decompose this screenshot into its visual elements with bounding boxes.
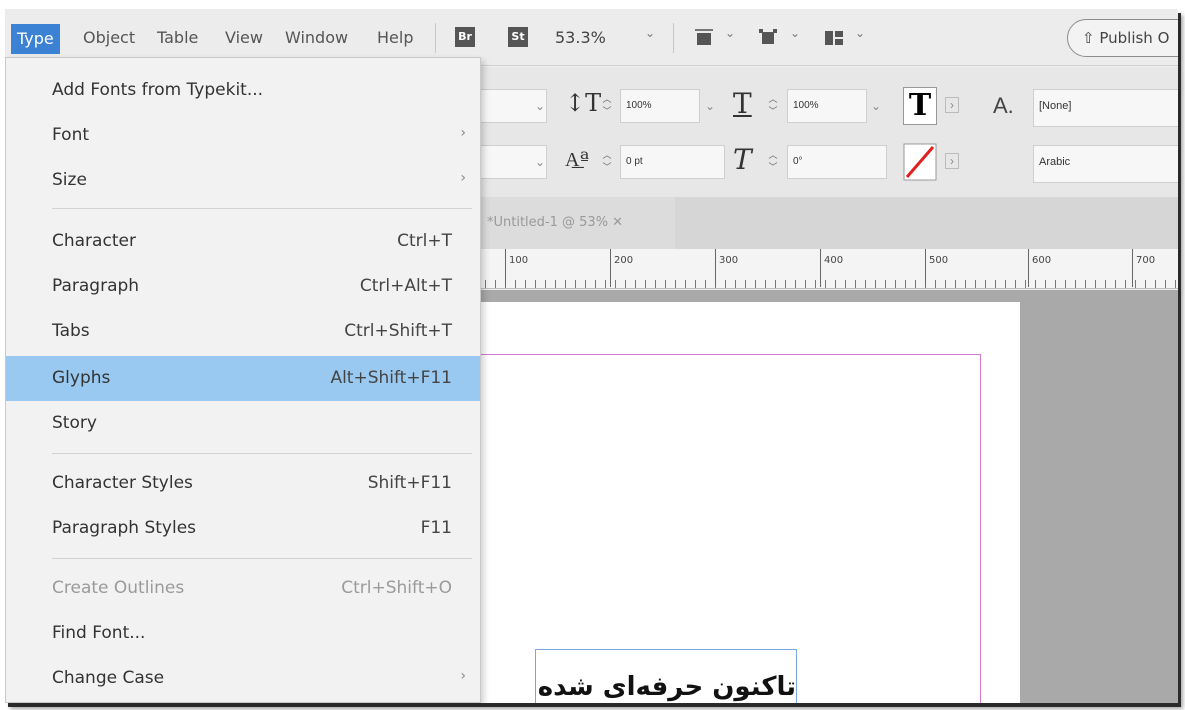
shortcut-text: Ctrl+Shift+O — [341, 578, 452, 598]
skew-input[interactable]: 0° — [787, 145, 887, 179]
menu-separator — [52, 208, 472, 209]
menu-item-character[interactable]: Character Ctrl+T — [6, 221, 480, 263]
menu-view[interactable]: View — [225, 26, 263, 50]
submenu-arrow-icon: › — [460, 170, 466, 186]
shortcut-text: Ctrl+Alt+T — [359, 276, 452, 296]
share-icon: ⇧ — [1082, 29, 1100, 47]
baseline-shift-icon: A͟ª — [565, 147, 589, 171]
ruler-label: 700 — [1136, 255, 1156, 266]
ruler-label: 400 — [824, 255, 844, 266]
vertical-scale-input[interactable]: 100% — [620, 89, 700, 123]
horizontal-scale-chevron-icon[interactable]: ⌄ — [871, 99, 881, 113]
arrange-documents-icon[interactable] — [823, 27, 845, 49]
fill-chevron-icon[interactable]: › — [945, 97, 959, 113]
pasteboard[interactable]: تاکنون حرفه‌ای شده — [475, 290, 1178, 703]
shortcut-text: Ctrl+T — [397, 231, 452, 251]
horizontal-scale-input[interactable]: 100% — [787, 89, 867, 123]
ruler-ticks — [475, 280, 1178, 288]
menu-separator — [52, 558, 472, 559]
shortcut-text: F11 — [420, 518, 452, 538]
frame-text[interactable]: تاکنون حرفه‌ای شده — [538, 672, 796, 702]
ruler-major-tick — [820, 249, 821, 287]
document-page[interactable]: تاکنون حرفه‌ای شده — [475, 302, 1020, 703]
zoom-chevron-down-icon[interactable]: ⌄ — [645, 26, 655, 40]
menu-table[interactable]: Table — [157, 26, 198, 50]
leading-chevron-icon[interactable]: ⌄ — [535, 155, 545, 169]
ruler-label: 300 — [719, 255, 739, 266]
horizontal-scale-spinner[interactable]: ︿ ﹀ — [763, 89, 783, 123]
ruler-major-tick — [505, 249, 506, 287]
ruler-label: 500 — [929, 255, 949, 266]
ruler-major-tick — [1132, 249, 1133, 287]
ruler-major-tick — [715, 249, 716, 287]
menu-help[interactable]: Help — [377, 26, 413, 50]
type-dropdown-menu: Add Fonts from Typekit... Font › Size › … — [5, 57, 481, 703]
menu-item-character-styles[interactable]: Character Styles Shift+F11 — [6, 463, 480, 505]
document-tab[interactable]: *Untitled-1 @ 53% ✕ — [475, 197, 675, 249]
vertical-scale-chevron-icon[interactable]: ⌄ — [705, 99, 715, 113]
character-style-icon: A. — [993, 93, 1014, 118]
language-select[interactable]: Arabic — [1033, 145, 1178, 183]
horizontal-ruler[interactable]: 100 200 300 400 500 600 700 — [475, 249, 1178, 289]
menu-item-change-case[interactable]: Change Case › — [6, 658, 480, 700]
arrange-chevron-icon[interactable]: ⌄ — [855, 26, 865, 40]
menu-item-font[interactable]: Font › — [6, 115, 480, 157]
publish-online-button[interactable]: ⇧ Publish O — [1067, 19, 1178, 57]
menu-item-paragraph-styles[interactable]: Paragraph Styles F11 — [6, 508, 480, 550]
menu-item-create-outlines: Create Outlines Ctrl+Shift+O — [52, 578, 452, 598]
menu-item-add-fonts-typekit[interactable]: Add Fonts from Typekit... — [6, 70, 480, 112]
fill-text-icon[interactable]: T — [903, 87, 937, 125]
font-style-chevron-icon[interactable]: ⌄ — [535, 99, 545, 113]
stroke-none-icon[interactable] — [903, 143, 937, 181]
submenu-arrow-icon: › — [460, 668, 466, 684]
menu-window[interactable]: Window — [285, 26, 348, 50]
menu-item-size[interactable]: Size › — [6, 160, 480, 202]
shortcut-text: Alt+Shift+F11 — [330, 368, 452, 388]
menu-item-glyphs[interactable]: Glyphs Alt+Shift+F11 — [6, 356, 480, 401]
stock-badge[interactable]: St — [508, 27, 528, 47]
ruler-label: 600 — [1032, 255, 1052, 266]
screen-mode-icon[interactable] — [757, 27, 779, 49]
bridge-badge[interactable]: Br — [455, 27, 475, 47]
menu-object[interactable]: Object — [83, 26, 135, 50]
ruler-major-tick — [1028, 249, 1029, 287]
shortcut-text: Shift+F11 — [367, 473, 452, 493]
menu-separator — [673, 23, 674, 53]
ruler-major-tick — [925, 249, 926, 287]
ruler-label: 100 — [509, 255, 529, 266]
ruler-major-tick — [610, 249, 611, 287]
view-options-icon[interactable] — [693, 27, 715, 49]
menu-item-story[interactable]: Story — [6, 403, 480, 445]
character-style-select[interactable]: [None] — [1033, 89, 1178, 127]
skew-icon: T — [733, 143, 752, 176]
view-options-chevron-icon[interactable]: ⌄ — [725, 26, 735, 40]
vertical-scale-spinner[interactable]: ︿ ﹀ — [597, 89, 617, 123]
menu-item-paragraph[interactable]: Paragraph Ctrl+Alt+T — [6, 266, 480, 308]
indesign-window: Type Object Table View Window Help Br St… — [5, 9, 1178, 703]
text-frame[interactable]: تاکنون حرفه‌ای شده — [535, 649, 797, 703]
menu-separator — [435, 23, 436, 53]
baseline-shift-spinner[interactable]: ︿ ﹀ — [597, 145, 617, 179]
menu-type[interactable]: Type — [11, 24, 60, 54]
stroke-chevron-icon[interactable]: › — [945, 153, 959, 169]
screen-mode-chevron-icon[interactable]: ⌄ — [790, 26, 800, 40]
publish-label: Publish O — [1099, 29, 1170, 47]
ruler-label: 200 — [614, 255, 634, 266]
menu-item-tabs[interactable]: Tabs Ctrl+Shift+T — [6, 311, 480, 353]
zoom-level[interactable]: 53.3% — [555, 26, 606, 50]
vertical-scale-icon: ↕T — [565, 89, 602, 117]
baseline-shift-input[interactable]: 0 pt — [620, 145, 725, 179]
horizontal-scale-icon: T — [733, 87, 752, 120]
document-tab-title: *Untitled-1 @ 53% ✕ — [487, 215, 624, 230]
skew-spinner[interactable]: ︿ ﹀ — [763, 145, 783, 179]
menu-separator — [52, 453, 472, 454]
submenu-arrow-icon: › — [460, 125, 466, 141]
menu-item-find-font[interactable]: Find Font... — [6, 613, 480, 655]
screenshot-frame: Type Object Table View Window Help Br St… — [0, 0, 1185, 710]
shortcut-text: Ctrl+Shift+T — [344, 321, 452, 341]
